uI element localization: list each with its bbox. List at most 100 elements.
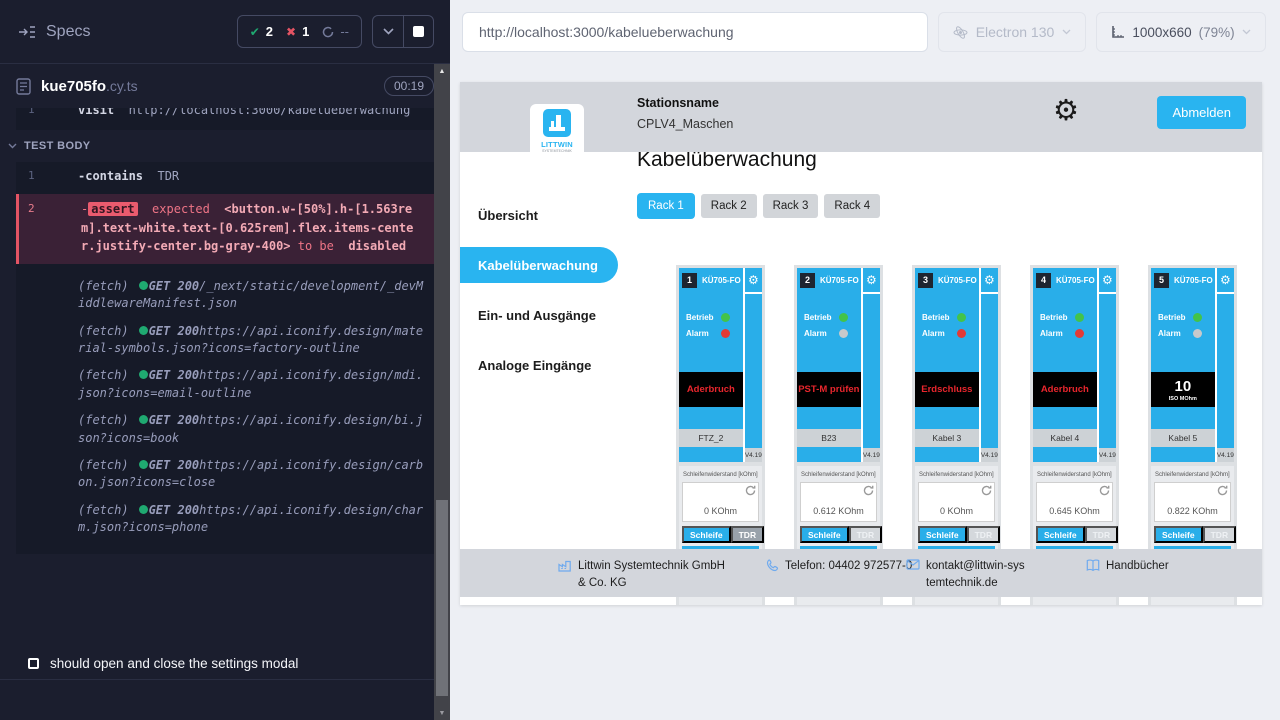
firmware-version: V4.19 — [981, 448, 998, 462]
chevron-down-icon — [1062, 29, 1071, 35]
command-assert-failed[interactable]: 2 -assert expected <button.w-[50%].h-[1.… — [16, 194, 434, 264]
scrollbar-thumb[interactable] — [436, 500, 448, 696]
firmware-version: V4.19 — [1217, 448, 1234, 462]
resistance-label: Schleifenwiderstand [kOhm] — [1036, 469, 1113, 482]
refresh-icon[interactable] — [1099, 485, 1110, 496]
fetch-log-row[interactable]: (fetch)GET 200https://api.iconify.design… — [16, 457, 434, 492]
resistance-label: Schleifenwiderstand [kOhm] — [1154, 469, 1231, 482]
firmware-version: V4.19 — [1099, 448, 1116, 462]
test-stats: ✔2 ✖1 -- — [237, 15, 362, 48]
card-gear-icon[interactable]: ⚙ — [863, 268, 880, 294]
sidebar-nav-item[interactable]: Ein- und Ausgänge — [460, 297, 628, 333]
firmware-version: V4.19 — [863, 448, 880, 462]
tdr-button[interactable]: TDR — [849, 526, 882, 543]
collapse-chevron-button[interactable] — [373, 16, 403, 47]
cable-label: FTZ_2 — [679, 429, 743, 447]
stop-button[interactable] — [403, 16, 433, 47]
tdr-button[interactable]: TDR — [967, 526, 1000, 543]
fetch-log-row[interactable]: (fetch)GET 200https://api.iconify.design… — [16, 412, 434, 447]
refresh-icon[interactable] — [1217, 485, 1228, 496]
cable-label: Kabel 5 — [1151, 429, 1215, 447]
success-dot-icon — [139, 281, 148, 290]
refresh-icon[interactable] — [745, 485, 756, 496]
device-model: KÜ705-FO — [820, 276, 859, 285]
slot-number: 4 — [1036, 273, 1051, 288]
check-icon: ✔ — [250, 25, 260, 39]
rack-tab[interactable]: Rack 2 — [701, 194, 757, 218]
rack-tabs: Rack 1Rack 2Rack 3Rack 4 — [637, 194, 880, 219]
resistance-value: 0.645 KOhm — [1037, 506, 1112, 516]
card-gear-icon[interactable]: ⚙ — [981, 268, 998, 294]
electron-icon — [953, 25, 968, 40]
cable-label: Kabel 3 — [915, 429, 979, 447]
device-display: 10 ISO MOhm — [1151, 372, 1215, 407]
settings-gear-icon[interactable]: ⚙ — [1053, 97, 1079, 126]
refresh-icon[interactable] — [863, 485, 874, 496]
resistance-readout: 0.645 KOhm — [1036, 482, 1113, 522]
device-display: Erdschluss — [915, 372, 979, 407]
stop-icon — [413, 26, 424, 37]
slot-number: 1 — [682, 273, 697, 288]
schleife-button[interactable]: Schleife — [682, 526, 731, 543]
footer-phone: Telefon: 04402 972577-0 — [766, 558, 913, 575]
fetch-log-row[interactable]: (fetch)GET 200/_next/static/development/… — [16, 278, 434, 313]
runner-toolbar: Electron 130 1000x660 (79%) — [462, 12, 1268, 52]
test-body-section[interactable]: TEST BODY — [0, 130, 450, 162]
device-model: KÜ705-FO — [1174, 276, 1213, 285]
fetch-log-row[interactable]: (fetch)GET 200https://api.iconify.design… — [16, 367, 434, 402]
footer-email[interactable]: kontakt@littwin-systemtechnik.de — [906, 558, 1026, 591]
refresh-icon[interactable] — [981, 485, 992, 496]
success-dot-icon — [139, 415, 148, 424]
command-log-before: 1 visit http://localhost:3000/kabelueber… — [16, 108, 434, 130]
schleife-button[interactable]: Schleife — [918, 526, 967, 543]
reporter-scrollbar[interactable]: ▲ ▼ — [434, 64, 450, 720]
card-gear-icon[interactable]: ⚙ — [745, 268, 762, 294]
scroll-up-arrow[interactable]: ▲ — [434, 64, 450, 78]
fetch-log-row[interactable]: (fetch)GET 200https://api.iconify.design… — [16, 323, 434, 358]
tdr-button[interactable]: TDR — [1203, 526, 1236, 543]
schleife-button[interactable]: Schleife — [800, 526, 849, 543]
footer-manuals[interactable]: Handbücher — [1086, 558, 1169, 575]
runner-controls — [372, 15, 434, 48]
next-test-row[interactable]: should open and close the settings modal — [0, 648, 434, 680]
betrieb-led — [721, 313, 730, 322]
ruler-icon — [1111, 25, 1125, 39]
app-sidebar-nav: Übersicht Kabelüberwachung Ein- und Ausgän… — [460, 152, 628, 605]
sidebar-nav-item[interactable]: Analoge Eingänge — [460, 347, 628, 383]
cable-label: B23 — [797, 429, 861, 447]
rack-tab[interactable]: Rack 1 — [637, 193, 695, 219]
schleife-button[interactable]: Schleife — [1154, 526, 1203, 543]
viewport-select[interactable]: 1000x660 (79%) — [1096, 12, 1266, 52]
browser-select[interactable]: Electron 130 — [938, 12, 1086, 52]
logout-button[interactable]: Abmelden — [1157, 96, 1246, 129]
pending-icon — [322, 26, 334, 38]
specs-label: Specs — [46, 23, 90, 41]
command-contains[interactable]: 1 -contains TDR — [16, 162, 434, 190]
phone-icon — [766, 559, 779, 575]
betrieb-led — [839, 313, 848, 322]
fetch-log-row[interactable]: (fetch)GET 200https://api.iconify.design… — [16, 502, 434, 537]
sidebar-nav-item[interactable]: Kabelüberwachung — [460, 247, 618, 283]
rack-tab[interactable]: Rack 4 — [824, 194, 880, 218]
stat-passed: ✔2 — [250, 24, 273, 39]
url-input[interactable] — [477, 23, 913, 41]
resistance-value: 0 KOhm — [683, 506, 758, 516]
success-dot-icon — [139, 460, 148, 469]
specs-list-icon[interactable] — [18, 25, 36, 39]
app-preview-pane: Electron 130 1000x660 (79%) Stationsname… — [450, 0, 1280, 720]
schleife-button[interactable]: Schleife — [1036, 526, 1085, 543]
fetch-log-list: (fetch)GET 200/_next/static/development/… — [16, 264, 434, 555]
spec-file-row[interactable]: kue705fo.cy.ts 00:19 — [0, 64, 450, 108]
resistance-readout: 0.822 KOhm — [1154, 482, 1231, 522]
command-visit[interactable]: 1 visit http://localhost:3000/kabelueber… — [16, 108, 434, 124]
rack-tab[interactable]: Rack 3 — [763, 194, 819, 218]
tdr-button[interactable]: TDR — [1085, 526, 1118, 543]
tdr-button[interactable]: TDR — [731, 526, 764, 543]
resistance-label: Schleifenwiderstand [kOhm] — [682, 469, 759, 482]
card-gear-icon[interactable]: ⚙ — [1217, 268, 1234, 294]
scroll-down-arrow[interactable]: ▼ — [434, 706, 450, 720]
company-logo: LITTWIN SYSTEMTECHNIK — [530, 104, 584, 162]
card-gear-icon[interactable]: ⚙ — [1099, 268, 1116, 294]
url-bar[interactable] — [462, 12, 928, 52]
sidebar-nav-item[interactable]: Übersicht — [460, 197, 628, 233]
